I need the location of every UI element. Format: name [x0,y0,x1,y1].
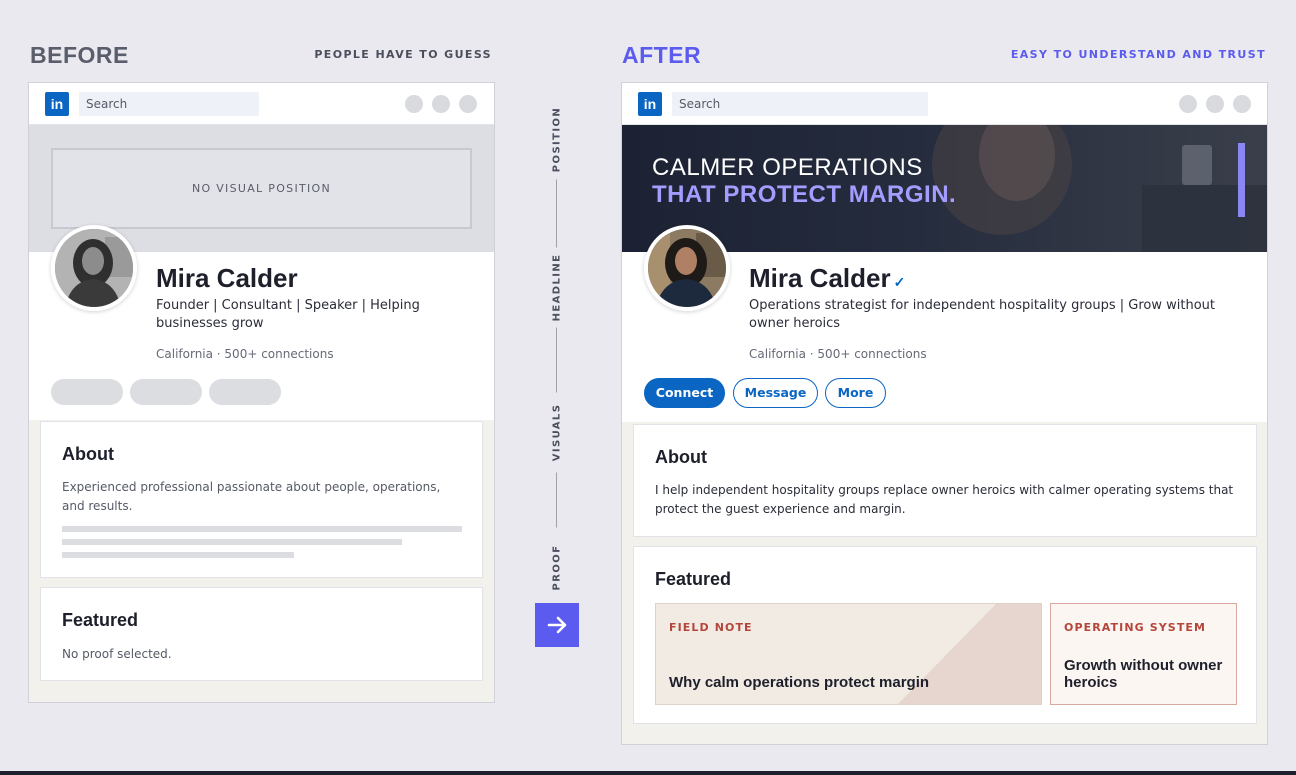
step-label-position: POSITION [551,99,563,180]
step-label-proof: PROOF [551,527,563,608]
nav-icon[interactable] [432,95,450,113]
featured-item-tag: OPERATING SYSTEM [1064,621,1207,634]
about-text: Experienced professional passionate abou… [62,480,441,513]
after-profile-headline: Operations strategist for independent ho… [749,298,1215,331]
featured-item-tag: FIELD NOTE [669,621,753,634]
before-profile-card: Mira Calder Founder | Consultant | Speak… [29,225,494,420]
linkedin-logo-icon[interactable]: in [45,92,69,116]
placeholder-line [62,526,462,532]
banner-line-2: THAT PROTECT MARGIN. [652,181,957,208]
before-title: BEFORE [30,42,129,68]
featured-item-operating-system[interactable]: OPERATING SYSTEM Growth without owner he… [1050,603,1237,705]
after-profile-location: California · 500+ connections [749,347,927,361]
before-avatar[interactable] [51,225,137,311]
nav-icon[interactable] [1206,95,1224,113]
about-text: I help independent hospitality groups re… [655,483,1234,516]
after-avatar[interactable] [644,225,730,311]
before-profile-frame: in Search NO VISUAL POSITION Mira Calder… [28,82,495,703]
bottom-divider [0,771,1296,775]
after-title: AFTER [622,42,702,68]
after-banner: CALMER OPERATIONS THAT PROTECT MARGIN. [622,125,1267,252]
after-featured-card: Featured FIELD NOTE Why calm operations … [633,546,1257,724]
nav-icon[interactable] [1233,95,1251,113]
placeholder-button [51,379,123,405]
arrow-right-icon [535,603,579,647]
featured-item-title: Why calm operations protect margin [669,674,930,691]
after-topbar: in Search [622,83,1267,125]
banner-placeholder: NO VISUAL POSITION [51,148,472,229]
about-heading: About [655,447,707,467]
before-subtitle: PEOPLE HAVE TO GUESS [314,48,492,61]
verified-check-icon: ✓ [893,274,906,290]
before-topbar: in Search [29,83,494,125]
connect-button[interactable]: Connect [644,378,725,408]
placeholder-button [130,379,202,405]
placeholder-line [62,539,402,545]
after-profile-name-text: Mira Calder [749,263,891,293]
featured-empty-text: No proof selected. [62,647,172,661]
banner-line-1: CALMER OPERATIONS [652,154,923,181]
featured-heading: Featured [655,569,732,589]
after-subtitle: EASY TO UNDERSTAND AND TRUST [1010,48,1266,61]
message-button[interactable]: Message [733,378,818,408]
featured-heading: Featured [62,610,139,630]
step-label-headline: HEADLINE [551,247,563,328]
nav-icon[interactable] [459,95,477,113]
placeholder-button [209,379,281,405]
after-profile-frame: in Search CALMER OPERATIONS THAT PROTECT… [621,82,1268,745]
about-heading: About [62,444,114,464]
nav-icon[interactable] [405,95,423,113]
before-search-input[interactable]: Search [79,92,259,116]
after-about-card: About I help independent hospitality gro… [633,424,1257,537]
linkedin-logo-icon[interactable]: in [638,92,662,116]
more-button[interactable]: More [825,378,886,408]
step-label-visuals: VISUALS [551,392,563,473]
before-featured-card: Featured No proof selected. [40,587,483,681]
placeholder-line [62,552,294,558]
before-profile-location: California · 500+ connections [156,347,334,361]
after-profile-name: Mira Calder ✓ [749,263,905,294]
nav-icon[interactable] [1179,95,1197,113]
before-profile-name: Mira Calder [156,263,298,293]
after-profile-card: Mira Calder ✓ Operations strategist for i… [622,225,1267,422]
before-about-card: About Experienced professional passionat… [40,421,483,578]
banner-placeholder-text: NO VISUAL POSITION [191,182,332,195]
after-search-input[interactable]: Search [672,92,928,116]
featured-item-field-note[interactable]: FIELD NOTE Why calm operations protect m… [655,603,1042,705]
before-profile-headline: Founder | Consultant | Speaker | Helping… [156,298,420,331]
featured-item-title: Growth without owner heroics [1064,657,1223,691]
